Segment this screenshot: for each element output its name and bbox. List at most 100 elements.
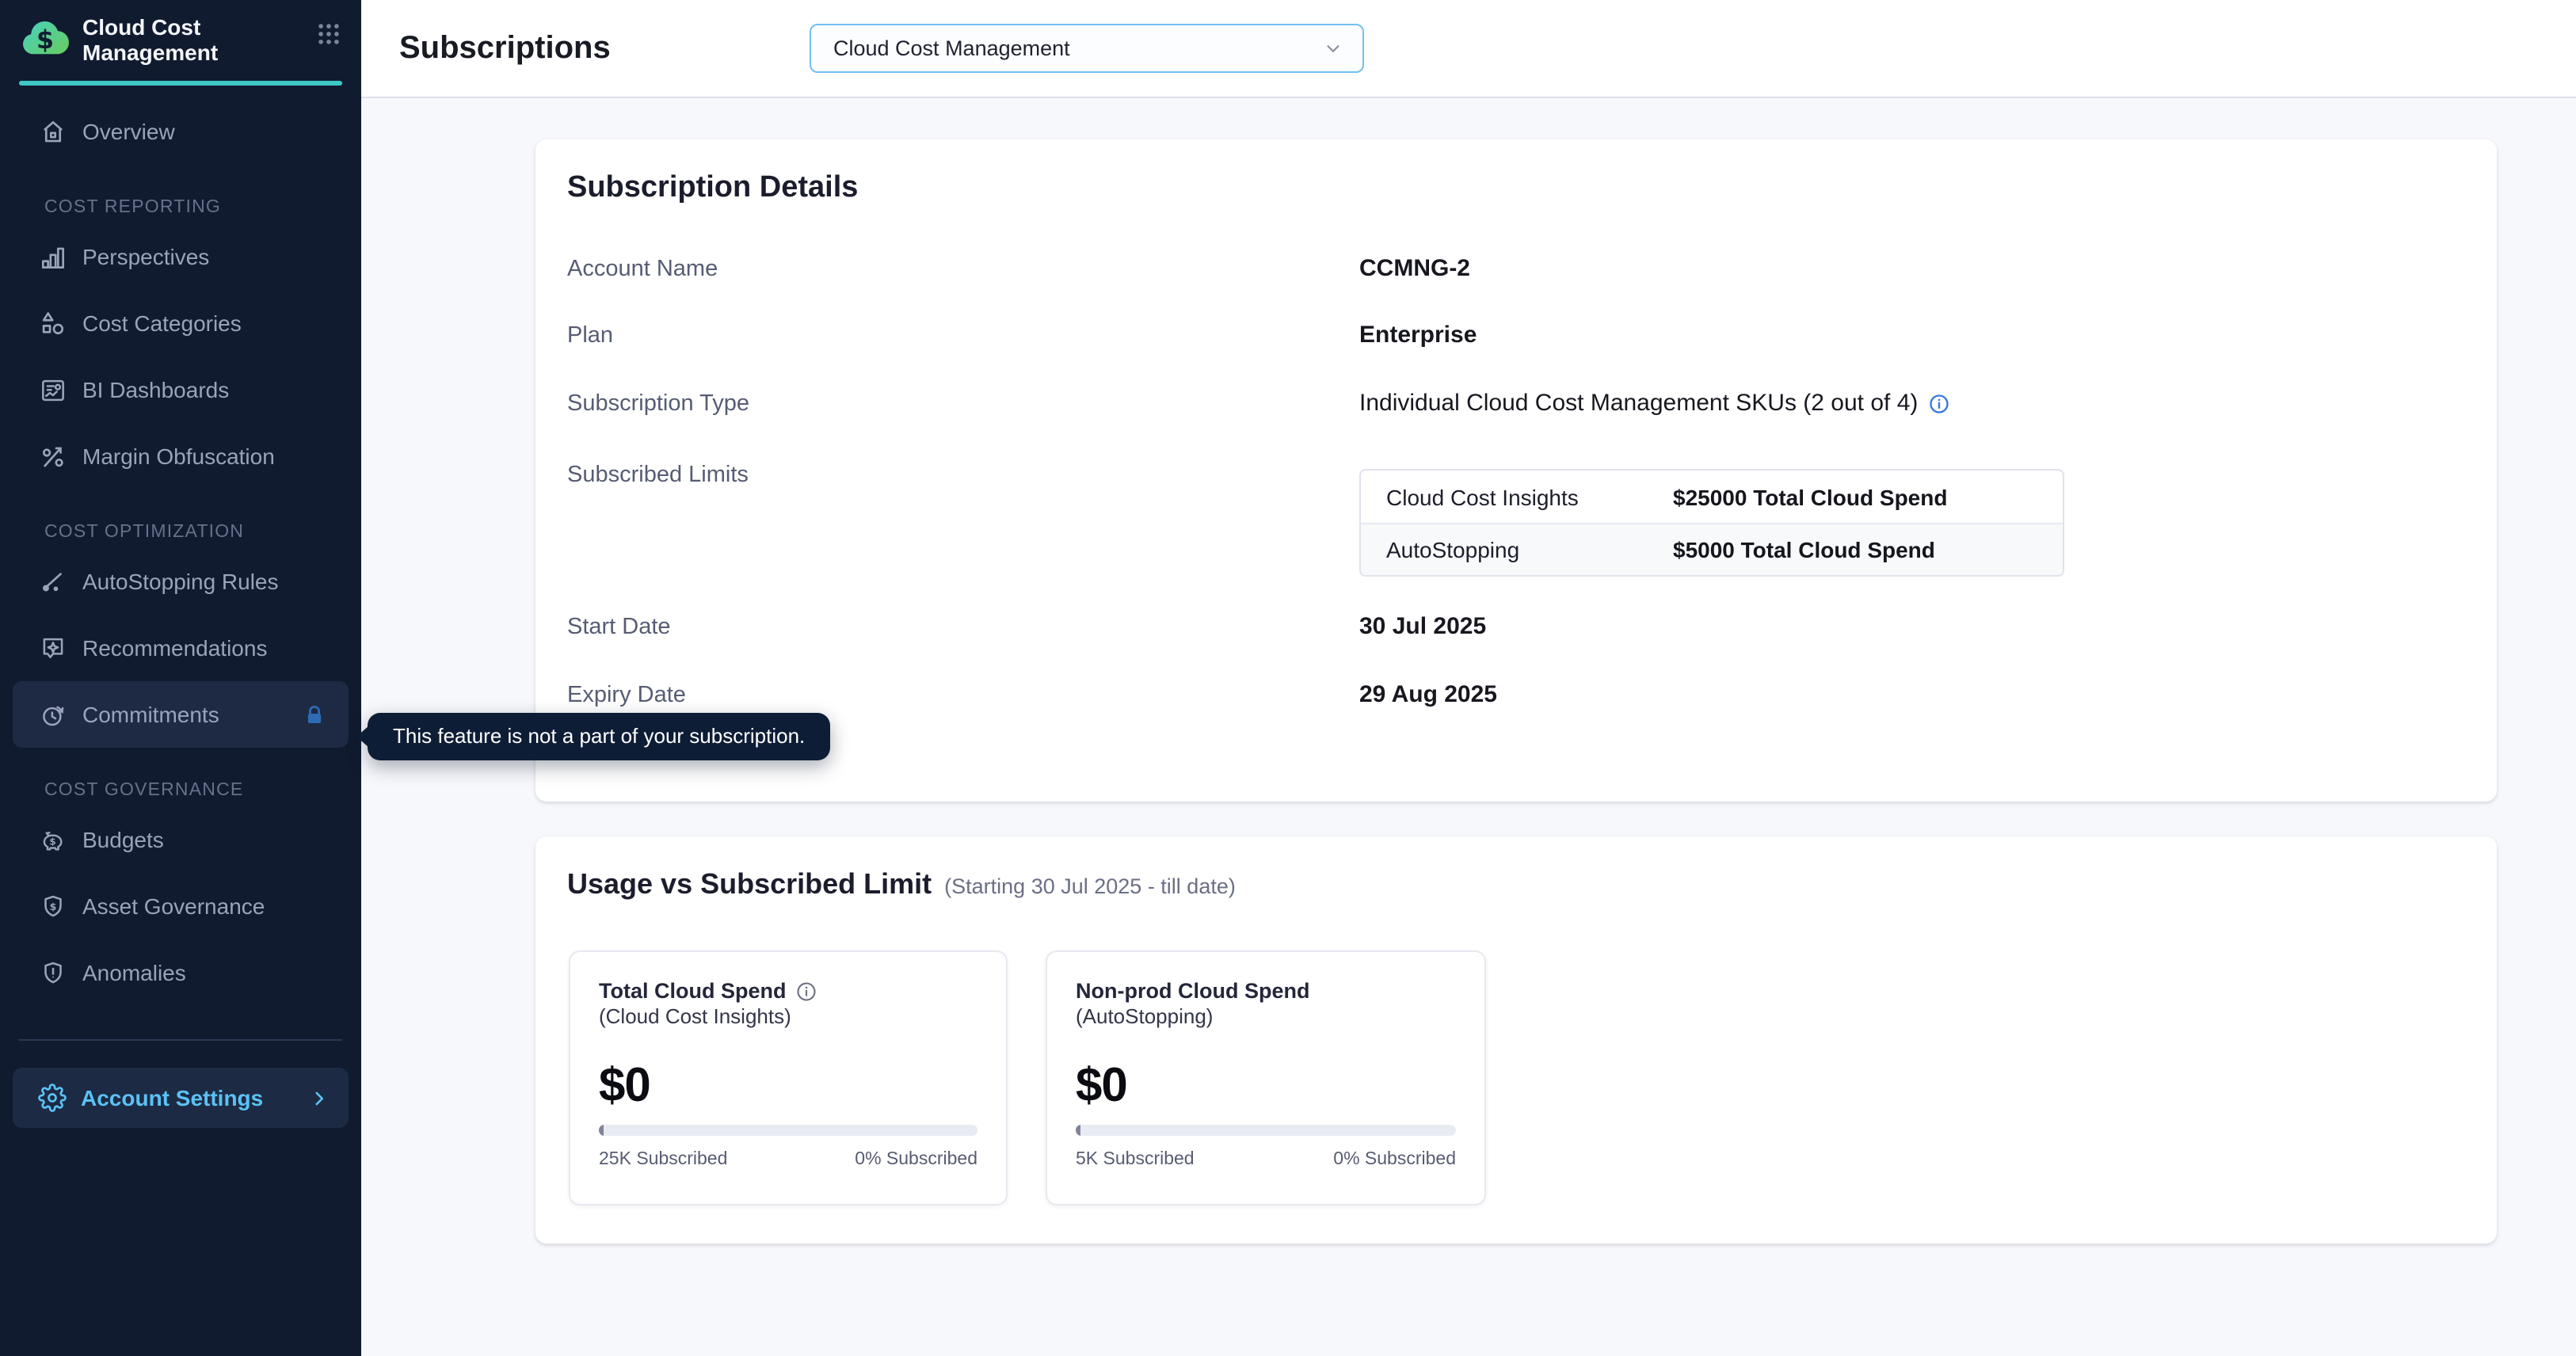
svg-text:$: $	[36, 26, 54, 55]
nonprod-cloud-spend-stat-card: Non-prod Cloud Spend (AutoStopping) $0 5…	[1046, 950, 1486, 1206]
cloud-cost-logo-icon: $	[19, 13, 71, 65]
plan-label: Plan	[567, 323, 613, 349]
sidebar-item-label: Budgets	[82, 827, 164, 852]
subscription-details-card: Subscription Details Account Name CCMNG-…	[535, 139, 2497, 802]
sidebar-item-budgets[interactable]: $ Budgets	[0, 806, 361, 873]
subscribed-amount-label: 25K Subscribed	[599, 1150, 727, 1169]
account-name-label: Account Name	[567, 257, 718, 282]
sku-name: Cloud Cost Insights	[1361, 484, 1673, 509]
subscribed-percent-label: 0% Subscribed	[855, 1150, 977, 1169]
app-title: Cloud Cost Management	[82, 13, 304, 65]
page-title: Subscriptions	[399, 30, 611, 67]
sidebar-item-cost-categories[interactable]: Cost Categories	[0, 290, 361, 356]
svg-text:$: $	[49, 836, 55, 847]
percent-arrow-icon	[38, 441, 68, 471]
stat-subtitle: (AutoStopping)	[1076, 1004, 1456, 1030]
lock-icon	[303, 703, 326, 726]
usage-heading-row: Usage vs Subscribed Limit (Starting 30 J…	[567, 868, 1236, 901]
info-icon[interactable]	[1927, 392, 1949, 414]
table-row: AutoStopping $5000 Total Cloud Spend	[1361, 523, 2063, 575]
subscribed-percent-label: 0% Subscribed	[1333, 1150, 1456, 1169]
chevron-right-icon	[309, 1087, 330, 1108]
usage-card: Usage vs Subscribed Limit (Starting 30 J…	[535, 836, 2497, 1244]
sidebar-item-label: Overview	[82, 119, 175, 144]
sku-limit: $25000 Total Cloud Spend	[1673, 484, 1947, 509]
progress-bar-fill	[599, 1125, 604, 1136]
sidebar-item-anomalies[interactable]: Anomalies	[0, 939, 361, 1006]
sidebar-item-perspectives[interactable]: Perspectives	[0, 223, 361, 290]
sidebar-item-label: Margin Obfuscation	[82, 444, 275, 469]
shapes-icon	[38, 308, 68, 338]
sidebar-item-recommendations[interactable]: Recommendations	[0, 615, 361, 681]
section-cost-optimization: COST OPTIMIZATION	[0, 516, 361, 548]
sidebar-item-commitments[interactable]: Commitments	[13, 681, 349, 748]
account-name-value: CCMNG-2	[1359, 255, 1470, 282]
subscribed-limits-table: Cloud Cost Insights $25000 Total Cloud S…	[1359, 469, 2064, 577]
stat-value: $0	[1076, 1061, 1456, 1112]
app-window: $ Cloud Cost Management	[0, 0, 2576, 1356]
subscription-tooltip: This feature is not a part of your subsc…	[368, 713, 830, 760]
stat-value: $0	[599, 1061, 977, 1112]
usage-title: Usage vs Subscribed Limit	[567, 868, 932, 901]
sidebar-item-label: AutoStopping Rules	[82, 569, 279, 594]
stat-subtitle: (Cloud Cost Insights)	[599, 1004, 977, 1030]
sidebar-item-label: Perspectives	[82, 244, 209, 269]
subscription-type-value-row: Individual Cloud Cost Management SKUs (2…	[1359, 390, 1949, 417]
sidebar-item-asset-governance[interactable]: $ Asset Governance	[0, 873, 361, 939]
progress-bar	[599, 1125, 977, 1136]
gear-icon	[38, 1084, 67, 1112]
sku-name: AutoStopping	[1361, 537, 1673, 562]
sidebar-item-label: Cost Categories	[82, 310, 242, 336]
stat-title: Total Cloud Spend	[599, 977, 787, 1004]
expiry-date-label: Expiry Date	[567, 683, 686, 708]
sidebar-item-label: Commitments	[82, 702, 219, 727]
sidebar-item-label: BI Dashboards	[82, 377, 229, 402]
chevron-down-icon	[1323, 38, 1343, 59]
plan-value: Enterprise	[1359, 322, 1477, 349]
sku-limit: $5000 Total Cloud Spend	[1673, 537, 1935, 562]
sidebar-item-label: Recommendations	[82, 635, 267, 661]
svg-text:$: $	[50, 900, 57, 912]
main-area: Subscriptions Cloud Cost Management Subs…	[361, 0, 2576, 1356]
shield-dollar-icon: $	[38, 891, 68, 921]
stat-title: Non-prod Cloud Spend	[1076, 977, 1309, 1004]
section-cost-reporting: COST REPORTING	[0, 192, 361, 223]
recommendation-badge-icon	[38, 633, 68, 663]
sidebar-item-label: Asset Governance	[82, 893, 265, 919]
start-date-label: Start Date	[567, 615, 671, 640]
start-date-value: 30 Jul 2025	[1359, 613, 1486, 640]
module-grid-icon[interactable]	[315, 13, 342, 48]
logo-row: $ Cloud Cost Management	[0, 0, 361, 65]
stat-title-row: Total Cloud Spend	[599, 977, 977, 1004]
sidebar-item-margin-obfuscation[interactable]: Margin Obfuscation	[0, 423, 361, 489]
subscription-type-label: Subscription Type	[567, 391, 749, 417]
stat-footer: 5K Subscribed 0% Subscribed	[1076, 1150, 1456, 1169]
sidebar-nav: Overview COST REPORTING Perspectives	[0, 98, 361, 1006]
page-header: Subscriptions Cloud Cost Management	[361, 0, 2576, 98]
module-accent-rule	[19, 81, 342, 86]
shield-alert-icon	[38, 958, 68, 988]
sidebar-item-label: Anomalies	[82, 960, 186, 985]
sidebar-item-overview[interactable]: Overview	[0, 98, 361, 165]
progress-bar-fill	[1076, 1125, 1080, 1136]
piggy-bank-icon: $	[38, 825, 68, 855]
bar-chart-icon	[38, 242, 68, 272]
stat-footer: 25K Subscribed 0% Subscribed	[599, 1150, 977, 1169]
expiry-date-value: 29 Aug 2025	[1359, 681, 1497, 708]
commitments-clock-icon	[38, 699, 68, 729]
sidebar-item-account-settings[interactable]: Account Settings	[13, 1068, 349, 1128]
sidebar-item-autostopping-rules[interactable]: AutoStopping Rules	[0, 548, 361, 615]
subscribed-amount-label: 5K Subscribed	[1076, 1150, 1195, 1169]
subscription-type-value: Individual Cloud Cost Management SKUs (2…	[1359, 390, 1918, 417]
subscribed-limits-label: Subscribed Limits	[567, 463, 749, 488]
home-icon	[38, 116, 68, 147]
progress-bar	[1076, 1125, 1456, 1136]
module-selector-dropdown[interactable]: Cloud Cost Management	[810, 24, 1364, 73]
total-cloud-spend-stat-card: Total Cloud Spend (Cloud Cost Insights) …	[569, 950, 1008, 1206]
account-settings-label: Account Settings	[81, 1085, 263, 1110]
module-selector-value: Cloud Cost Management	[833, 36, 1070, 60]
usage-subtitle: (Starting 30 Jul 2025 - till date)	[944, 874, 1236, 898]
info-icon[interactable]	[796, 980, 818, 1002]
sidebar-item-bi-dashboards[interactable]: BI Dashboards	[0, 356, 361, 423]
table-row: Cloud Cost Insights $25000 Total Cloud S…	[1361, 470, 2063, 523]
